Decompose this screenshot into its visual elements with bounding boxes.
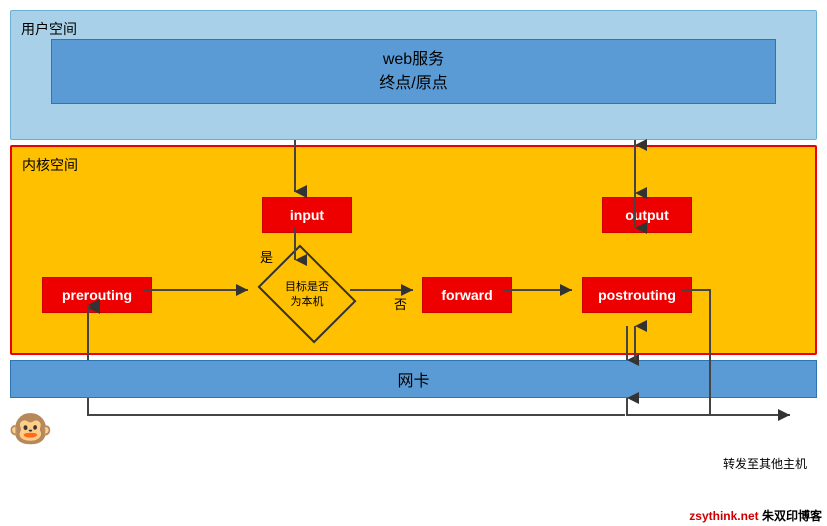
user-space-label: 用户空间	[21, 19, 77, 39]
main-container: 用户空间 web服务 终点/原点 内核空间 input output prero…	[0, 0, 827, 526]
kernel-space-label: 内核空间	[22, 155, 78, 175]
no-label: 否	[394, 294, 407, 313]
kernel-space: 内核空间 input output prerouting forward pos…	[10, 145, 817, 355]
user-space: 用户空间 web服务 终点/原点	[10, 10, 817, 140]
prerouting-box: prerouting	[42, 277, 152, 313]
postrouting-box: postrouting	[582, 277, 692, 313]
decision-diamond: 目标是否 为本机	[257, 262, 357, 327]
forward-box: forward	[422, 277, 512, 313]
monkey-icon: 🐵	[8, 408, 58, 458]
watermark-site: zsythink.net	[689, 509, 758, 523]
watermark: zsythink.net 朱双印博客	[689, 507, 822, 524]
output-box: output	[602, 197, 692, 233]
web-service-text: web服务 终点/原点	[379, 48, 447, 96]
network-card-label: 网卡	[397, 367, 429, 391]
watermark-blog: 朱双印博客	[762, 509, 822, 523]
transfer-text: 转发至其他主机	[723, 455, 807, 472]
input-box: input	[262, 197, 352, 233]
web-service-box: web服务 终点/原点	[51, 39, 776, 104]
network-card: 网卡	[10, 360, 817, 398]
